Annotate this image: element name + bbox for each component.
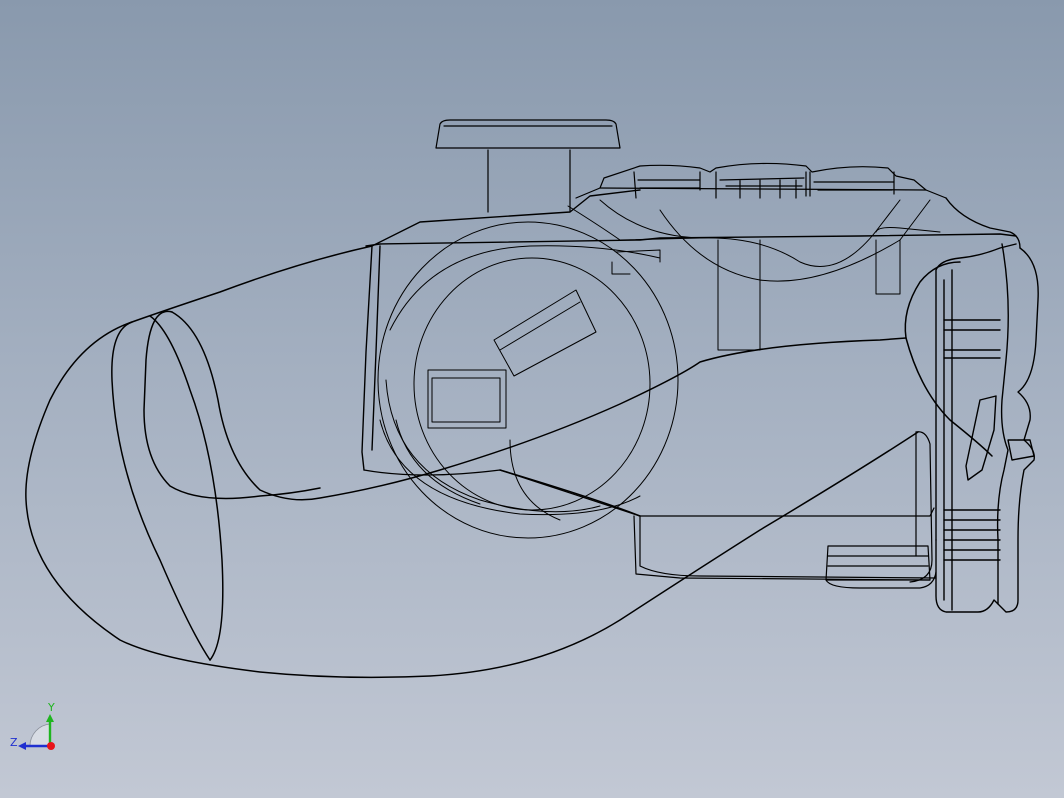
inner-panels: [567, 199, 941, 351]
lower-housing: [363, 431, 937, 589]
grip-dome: [25, 245, 993, 679]
thumbstick: [435, 119, 621, 213]
thumbstick-well: [377, 221, 679, 539]
x-axis-icon: [47, 742, 55, 750]
z-axis-arrow-icon: [18, 742, 26, 750]
orientation-triad[interactable]: Y Z: [8, 698, 68, 758]
cad-graphics-viewport[interactable]: Y Z: [0, 0, 1064, 798]
y-axis-arrow-icon: [46, 714, 54, 722]
y-axis-label: Y: [47, 701, 55, 714]
z-axis-label: Z: [10, 736, 18, 749]
controller-wireframe-model[interactable]: [0, 0, 1064, 798]
triad-plane-icon: [29, 723, 51, 747]
top-buttons: [575, 162, 947, 199]
